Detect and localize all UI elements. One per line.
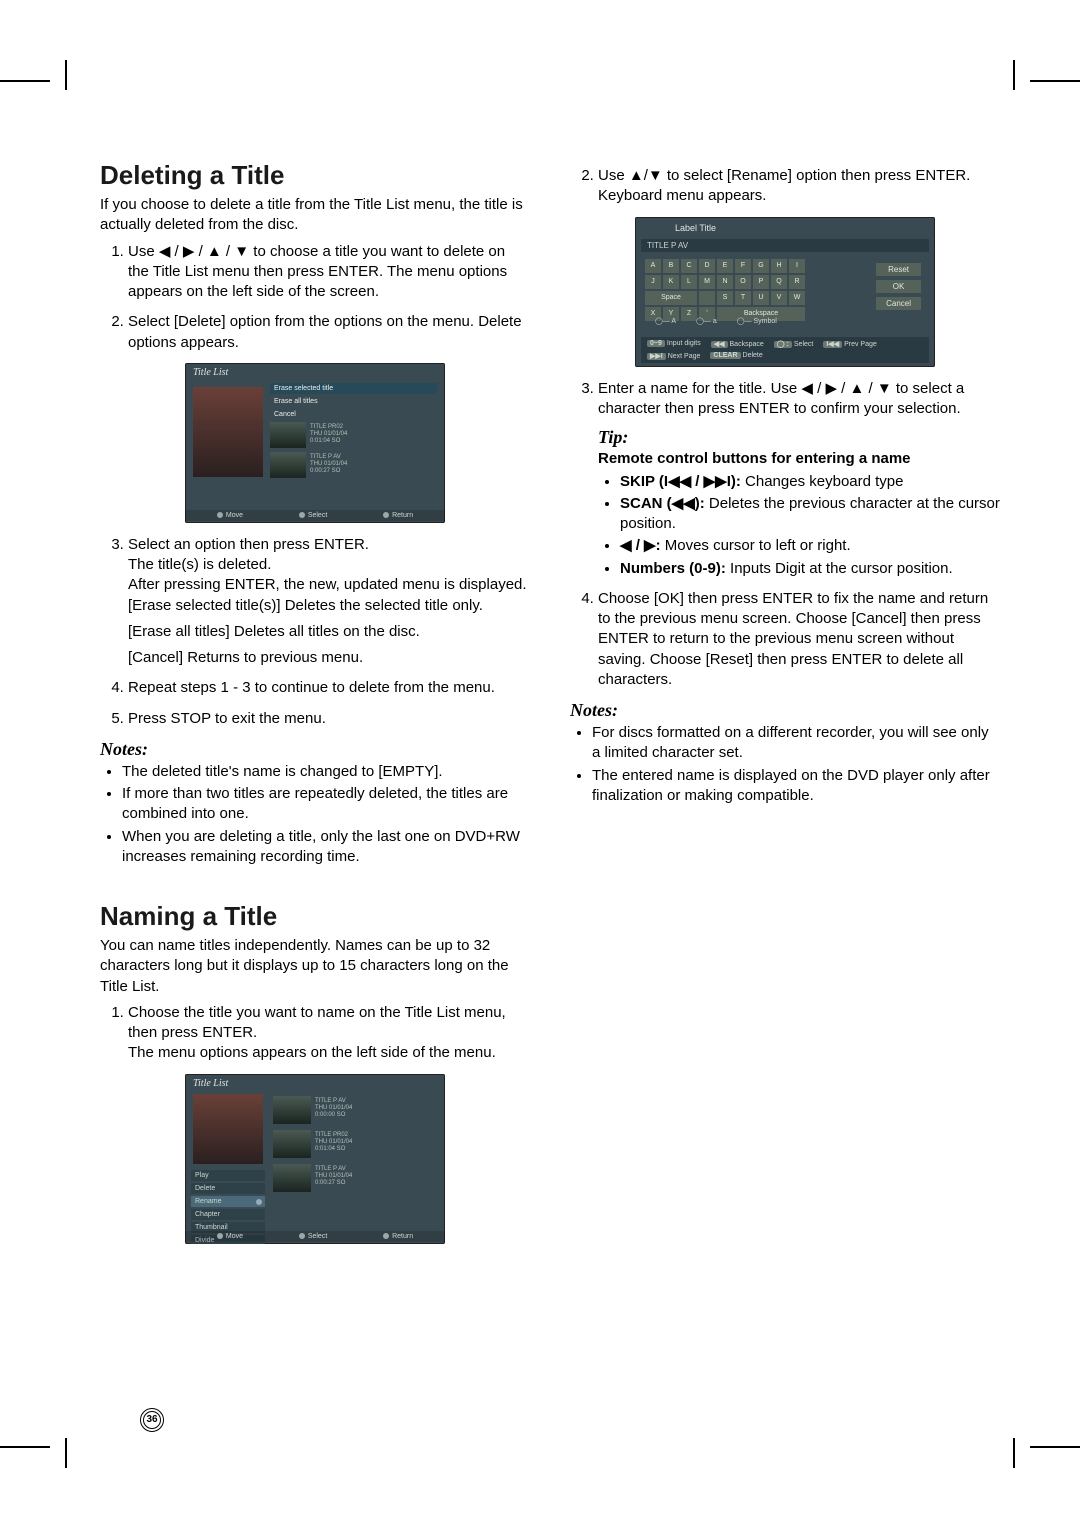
fig2-row-thumb [273, 1130, 311, 1158]
fig2-list: TITLE P AV THU 01/01/04 0:00:00 SO TITLE… [273, 1096, 437, 1198]
figk-footer: 0~9Input digits ◀◀Backspace ◯ :Select I◀… [641, 337, 929, 363]
intro-delete: If you choose to delete a title from the… [100, 195, 530, 236]
manual-page: Deleting a Title If you choose to delete… [0, 0, 1080, 1528]
fig2-side-item: Chapter [191, 1209, 265, 1220]
fig1-row-meta: TITLE PR02 THU 01/01/04 0:01:04 SO [310, 422, 437, 448]
crop-mark [65, 1438, 67, 1468]
delete-step-5: Press STOP to exit the menu. [128, 709, 530, 729]
figk-buttons: Reset OK Cancel [876, 263, 921, 310]
name-step-2: Use ▲/▼ to select [Rename] option then p… [598, 166, 1000, 207]
tip-item: SKIP (I◀◀ / ▶▶I): Changes keyboard type [620, 472, 1000, 492]
note-item: When you are deleting a title, only the … [122, 827, 530, 868]
tip-item: SCAN (◀◀): Deletes the previous characte… [620, 494, 1000, 535]
fig2-side-item: Delete [191, 1183, 265, 1194]
fig1-footer: Move Select Return [185, 510, 445, 521]
fig2-side-item-selected: Rename [191, 1196, 265, 1207]
name-step-4: Choose [OK] then press ENTER to fix the … [598, 589, 1000, 690]
crop-mark [0, 1446, 50, 1448]
left-column: Deleting a Title If you choose to delete… [100, 160, 530, 1256]
note-item: For discs formatted on a different recor… [592, 723, 1000, 764]
note-item: If more than two titles are repeatedly d… [122, 784, 530, 825]
figk-field: TITLE P AV [641, 239, 929, 252]
fig1-menu-item: Erase all titles [270, 396, 437, 407]
delete-step-1: Use ◀ / ▶ / ▲ / ▼ to choose a title you … [128, 242, 530, 303]
fig1-menu-item: Erase selected title [270, 383, 437, 394]
fig1-row-thumb [270, 422, 306, 448]
fig2-thumbnail [193, 1094, 263, 1164]
crop-mark [1013, 1438, 1015, 1468]
fig2-footer: Move Select Return [185, 1231, 445, 1242]
tip-label: Tip: [598, 425, 1000, 449]
figk-keys: ABCDEFGHI JKLMNOPQR SpaceSTUVW XYZ'Backs… [645, 259, 805, 321]
name-step-1: Choose the title you want to name on the… [128, 1003, 530, 1064]
tip-item: ◀ / ▶: Moves cursor to left or right. [620, 536, 1000, 556]
figk-header: Label Title [675, 223, 716, 233]
figure-title-list-delete: Title List Erase selected title Erase al… [185, 363, 445, 523]
notes-label: Notes: [100, 739, 530, 760]
fig2-side-item: Play [191, 1170, 265, 1181]
note-item: The entered name is displayed on the DVD… [592, 766, 1000, 807]
fig2-row-meta: TITLE P AV THU 01/01/04 0:00:27 SO [315, 1164, 437, 1192]
crop-mark [65, 60, 67, 90]
crop-mark [1013, 60, 1015, 90]
page-number: 36 [140, 1408, 164, 1432]
fig2-row-thumb [273, 1096, 311, 1124]
delete-step-3: Select an option then press ENTER. The t… [128, 535, 530, 669]
fig1-row-thumb [270, 452, 306, 478]
fig1-title: Title List [193, 367, 228, 378]
fig2-row-meta: TITLE P AV THU 01/01/04 0:00:00 SO [315, 1096, 437, 1124]
crop-mark [1030, 80, 1080, 82]
notes-label: Notes: [570, 700, 1000, 721]
fig2-row-thumb [273, 1164, 311, 1192]
heading-deleting-title: Deleting a Title [100, 160, 530, 191]
delete-step-4: Repeat steps 1 - 3 to continue to delete… [128, 678, 530, 698]
fig1-menu: Erase selected title Erase all titles Ca… [270, 383, 437, 482]
delete-notes: The deleted title's name is changed to [… [100, 762, 530, 867]
name-step-3: Enter a name for the title. Use ◀ / ▶ / … [598, 379, 1000, 579]
fig1-thumbnail [193, 387, 263, 477]
fig1-row-meta: TITLE P AV THU 01/01/04 0:00:27 SO [310, 452, 437, 478]
heading-naming-title: Naming a Title [100, 901, 530, 932]
fig1-menu-item: Cancel [270, 409, 437, 420]
tip-list: SKIP (I◀◀ / ▶▶I): Changes keyboard type … [598, 472, 1000, 579]
right-column: Use ▲/▼ to select [Rename] option then p… [570, 160, 1000, 1256]
crop-mark [1030, 1446, 1080, 1448]
delete-step-2: Select [Delete] option from the options … [128, 312, 530, 353]
note-item: The deleted title's name is changed to [… [122, 762, 530, 782]
fig2-row-meta: TITLE PR02 THU 01/01/04 0:01:04 SO [315, 1130, 437, 1158]
tip-item: Numbers (0-9): Inputs Digit at the curso… [620, 559, 1000, 579]
figure-title-list-rename: Title List Play Delete Rename Chapter Th… [185, 1074, 445, 1244]
crop-mark [0, 80, 50, 82]
tip-heading: Remote control buttons for entering a na… [598, 449, 1000, 469]
figk-legend: ◯— A ◯— a ◯— Symbol [655, 317, 915, 325]
fig2-title: Title List [193, 1078, 228, 1089]
figure-keyboard: Label Title TITLE P AV ABCDEFGHI JKLMNOP… [635, 217, 935, 367]
name-notes: For discs formatted on a different recor… [570, 723, 1000, 806]
intro-name: You can name titles independently. Names… [100, 936, 530, 997]
